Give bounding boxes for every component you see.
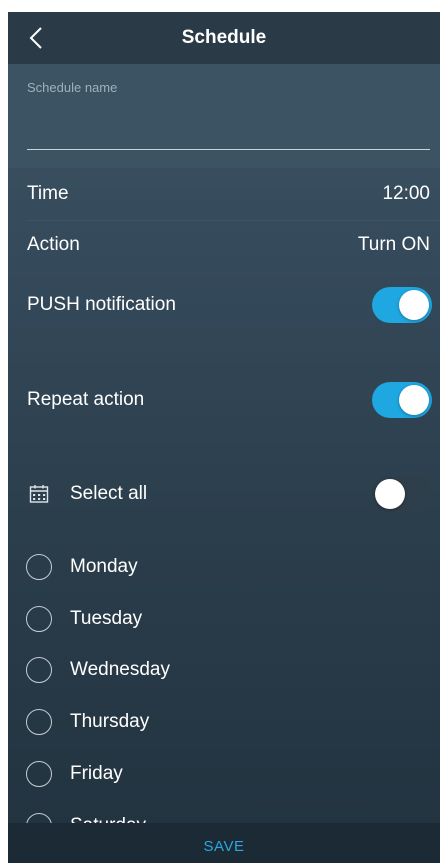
repeat-action-label: Repeat action <box>27 389 145 410</box>
push-notification-row: PUSH notification <box>8 284 440 326</box>
toggle-knob <box>399 290 429 320</box>
day-radio[interactable] <box>26 657 52 683</box>
day-row-thursday[interactable]: Thursday <box>8 707 440 737</box>
day-label: Monday <box>70 556 138 577</box>
day-row-monday[interactable]: Monday <box>8 552 440 582</box>
day-radio[interactable] <box>26 606 52 632</box>
repeat-action-row: Repeat action <box>8 379 440 421</box>
action-value: Turn ON <box>357 234 430 255</box>
save-label: SAVE <box>203 838 245 855</box>
select-all-row: Select all <box>8 473 440 515</box>
schedule-screen: Schedule Schedule name Time 12:00 Action… <box>8 12 440 863</box>
day-row-wednesday[interactable]: Wednesday <box>8 655 440 685</box>
chevron-left-icon <box>29 27 42 49</box>
calendar-icon <box>29 485 49 503</box>
day-row-tuesday[interactable]: Tuesday <box>8 604 440 634</box>
schedule-name-section: Schedule name <box>8 64 440 168</box>
push-notification-toggle[interactable] <box>372 287 432 323</box>
day-radio[interactable] <box>26 709 52 735</box>
time-row[interactable]: Time 12:00 <box>8 168 440 220</box>
day-label: Wednesday <box>70 659 170 680</box>
day-label: Tuesday <box>70 608 143 629</box>
push-notification-label: PUSH notification <box>27 294 176 315</box>
day-label: Thursday <box>70 711 150 732</box>
action-row[interactable]: Action Turn ON <box>8 221 440 269</box>
schedule-name-label: Schedule name <box>27 80 118 95</box>
day-radio[interactable] <box>26 761 52 787</box>
toggle-knob <box>399 385 429 415</box>
time-label: Time <box>27 183 69 204</box>
toggle-knob <box>375 479 405 509</box>
day-row-friday[interactable]: Friday <box>8 759 440 789</box>
page-title: Schedule <box>181 27 267 48</box>
repeat-action-toggle[interactable] <box>372 382 432 418</box>
schedule-name-input[interactable] <box>27 108 430 150</box>
time-value: 12:00 <box>382 183 430 204</box>
day-radio[interactable] <box>26 554 52 580</box>
select-all-toggle[interactable] <box>372 476 432 512</box>
day-label: Friday <box>70 763 123 784</box>
save-button[interactable]: SAVE <box>8 823 440 863</box>
back-button[interactable] <box>20 22 52 54</box>
select-all-label: Select all <box>70 483 148 504</box>
header-bar: Schedule <box>8 12 440 64</box>
action-label: Action <box>27 234 80 255</box>
